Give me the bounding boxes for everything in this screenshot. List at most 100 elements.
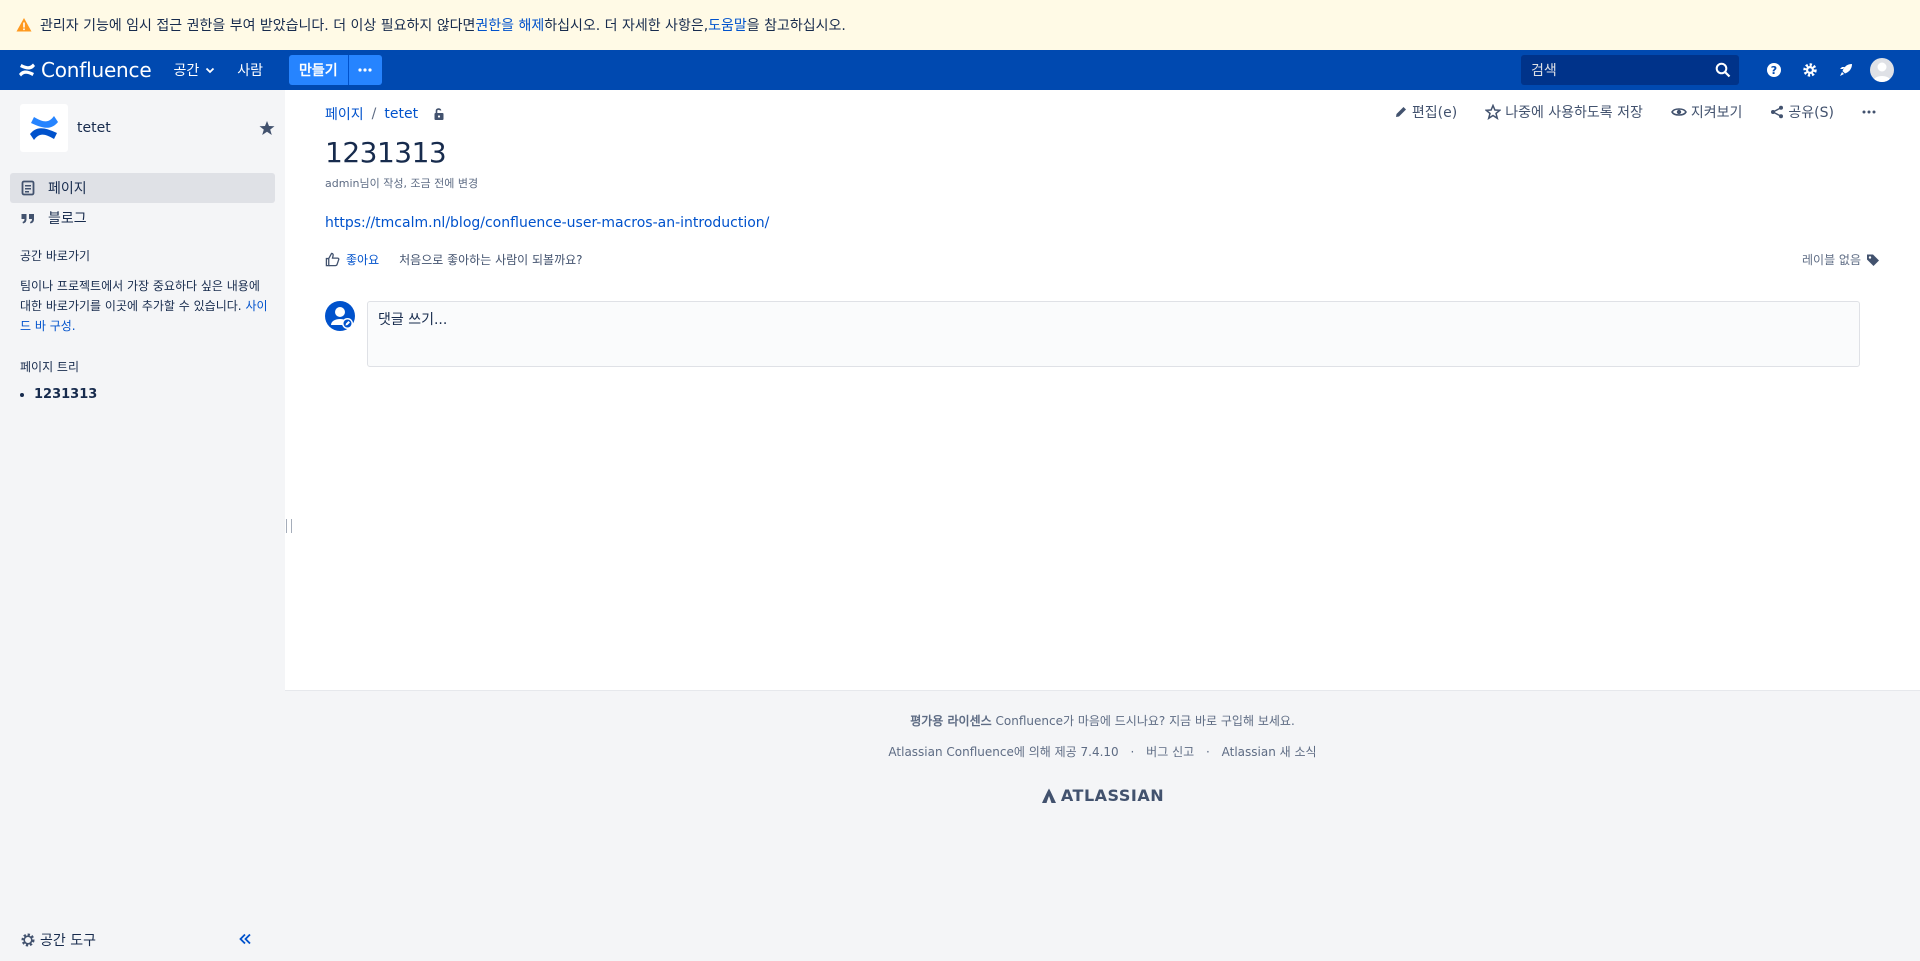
- search-input[interactable]: 검색: [1521, 55, 1739, 85]
- svg-text:?: ?: [1771, 64, 1777, 77]
- admin-access-banner: 관리자 기능에 임시 접근 권한을 부여 받았습니다. 더 이상 필요하지 않다…: [0, 0, 1920, 50]
- no-labels-text: 레이블 없음: [1801, 253, 1861, 267]
- search-placeholder: 검색: [1531, 63, 1557, 79]
- watch-label: 지켜보기: [1690, 105, 1743, 121]
- page-actions: 편집(e) 나중에 사용하도록 저장 지켜보기 공유(S): [1366, 102, 1880, 122]
- more-icon: [358, 68, 372, 72]
- save-for-later-button[interactable]: 나중에 사용하도록 저장: [1485, 102, 1643, 122]
- spaces-menu[interactable]: 공간: [163, 50, 227, 90]
- shortcuts-description: 팀이나 프로젝트에서 가장 중요하다 싶은 내용에 대한 바로가기를 이곳에 추…: [20, 276, 270, 336]
- sidebar-item-label: 블로그: [48, 211, 87, 227]
- page-content: 페이지 / tetet 편집(e) 나중에 사용하도록 저장 지켜보기 공유(S…: [285, 90, 1920, 690]
- top-navigation: Confluence 공간 사람 만들기 검색 ?: [0, 50, 1920, 90]
- breadcrumb-pages-link[interactable]: 페이지: [325, 104, 364, 124]
- revoke-access-link[interactable]: 권한을 해제: [475, 15, 544, 35]
- collapse-sidebar-button[interactable]: [238, 932, 252, 950]
- content-url-link[interactable]: https://tmcalm.nl/blog/confluence-user-m…: [325, 215, 769, 231]
- user-icon: [1873, 62, 1891, 82]
- space-tools-label: 공간 도구: [40, 933, 96, 949]
- shortcuts-heading: 공간 바로가기: [20, 249, 91, 263]
- shortcuts-text: 팀이나 프로젝트에서 가장 중요하다 싶은 내용에 대한 바로가기를 이곳에 추…: [20, 279, 260, 313]
- page-tree-item-label: 1231313: [34, 387, 98, 402]
- notifications-button[interactable]: [1828, 50, 1864, 90]
- save-for-later-label: 나중에 사용하도록 저장: [1505, 105, 1643, 121]
- sidebar-item-blog[interactable]: 블로그: [10, 203, 275, 233]
- brand-name: Confluence: [41, 58, 152, 82]
- pencil-icon: [1395, 107, 1406, 117]
- help-button[interactable]: ?: [1756, 50, 1792, 90]
- page-title: 1231313: [325, 136, 447, 169]
- share-label: 공유(S): [1788, 105, 1834, 121]
- banner-text-2: 하십시오. 더 자세한 사항은,: [544, 18, 709, 34]
- confluence-logo[interactable]: Confluence: [18, 50, 152, 90]
- space-logo[interactable]: [20, 104, 68, 152]
- help-link[interactable]: 도움말: [708, 15, 747, 35]
- star-icon[interactable]: [259, 120, 275, 136]
- chevron-down-icon: [206, 67, 215, 74]
- like-prompt: 처음으로 좋아하는 사람이 되볼까요?: [399, 253, 583, 267]
- user-avatar[interactable]: [1870, 58, 1894, 82]
- share-button[interactable]: 공유(S): [1770, 102, 1834, 122]
- confluence-space-icon: [30, 116, 58, 140]
- more-icon: [1862, 110, 1876, 114]
- warning-icon: [16, 18, 32, 32]
- page-tree-heading: 페이지 트리: [20, 360, 80, 374]
- settings-button[interactable]: [1792, 50, 1828, 90]
- watch-button[interactable]: 지켜보기: [1670, 102, 1743, 122]
- page-footer: 평가용 라이센스 Confluence가 마음에 드시나요? 지금 바로 구입해…: [285, 690, 1920, 961]
- license-bold: 평가용 라이센스: [910, 714, 992, 728]
- eye-icon: [1670, 108, 1687, 116]
- breadcrumb-space-link[interactable]: tetet: [384, 106, 418, 122]
- rocket-icon: [1840, 64, 1852, 76]
- create-more-button[interactable]: [347, 55, 382, 85]
- banner-text-3: 을 참고하십시오.: [746, 18, 846, 34]
- share-icon: [1771, 105, 1784, 119]
- nav-icon-group: ?: [1756, 50, 1894, 90]
- sidebar-item-label: 페이지: [48, 181, 87, 197]
- dot-separator: ·: [1205, 745, 1210, 759]
- space-name[interactable]: tetet: [77, 120, 111, 136]
- search-icon[interactable]: [1715, 62, 1731, 78]
- double-chevron-left-icon: [239, 933, 251, 945]
- comment-input[interactable]: 댓글 쓰기...: [367, 301, 1860, 367]
- page-icon: [21, 180, 35, 196]
- confluence-logo-icon: [19, 63, 35, 77]
- dot-separator: ·: [1130, 745, 1135, 759]
- create-button[interactable]: 만들기: [288, 55, 348, 85]
- more-actions-button[interactable]: [1862, 110, 1880, 114]
- page-byline: admin님이 작성, 조금 전에 변경: [325, 177, 479, 190]
- edit-button[interactable]: 편집(e): [1394, 102, 1457, 122]
- quote-icon: [21, 214, 34, 224]
- thumbs-up-icon: [325, 252, 340, 267]
- like-row: 좋아요 처음으로 좋아하는 사람이 되볼까요? 레이블 없음: [325, 251, 1880, 268]
- report-bug-link[interactable]: 버그 신고: [1146, 745, 1194, 759]
- unlock-icon[interactable]: [432, 107, 446, 121]
- help-icon: ?: [1767, 63, 1781, 77]
- like-label: 좋아요: [346, 253, 380, 267]
- atlassian-news-link[interactable]: Atlassian 새 소식: [1222, 745, 1317, 759]
- commenter-avatar: [325, 301, 355, 331]
- license-notice: 평가용 라이센스 Confluence가 마음에 드시나요? 지금 바로 구입해…: [285, 712, 1920, 729]
- page-tree-item[interactable]: 1231313: [20, 387, 97, 402]
- star-outline-icon: [1485, 104, 1502, 120]
- atlassian-logo-icon: [1041, 788, 1056, 803]
- sidebar-item-pages[interactable]: 페이지: [10, 173, 275, 203]
- like-button[interactable]: 좋아요: [325, 251, 379, 268]
- space-tools-button[interactable]: 공간 도구: [20, 930, 96, 950]
- gear-icon: [21, 933, 35, 947]
- bullet-icon: [20, 392, 24, 397]
- space-header: tetet: [20, 104, 275, 152]
- atlassian-logo-text: ATLASSIAN: [1060, 786, 1165, 805]
- comment-section: 댓글 쓰기...: [325, 301, 1860, 367]
- labels-section[interactable]: 레이블 없음: [1802, 251, 1880, 268]
- license-text[interactable]: Confluence가 마음에 드시나요? 지금 바로 구입해 보세요.: [992, 714, 1295, 728]
- powered-by-link[interactable]: Atlassian Confluence에 의해 제공 7.4.10: [888, 745, 1118, 759]
- space-sidebar: tetet 페이지 블로그 공간 바로가기 팀이나 프로젝트에서 가장 중요하다…: [0, 90, 285, 961]
- people-link[interactable]: 사람: [227, 50, 273, 90]
- comment-placeholder: 댓글 쓰기...: [378, 312, 448, 328]
- atlassian-logo[interactable]: ATLASSIAN: [285, 786, 1920, 805]
- tag-icon: [1867, 254, 1879, 266]
- gear-icon: [1803, 63, 1817, 77]
- breadcrumb: 페이지 / tetet: [325, 104, 446, 124]
- edit-label: 편집(e): [1411, 105, 1458, 121]
